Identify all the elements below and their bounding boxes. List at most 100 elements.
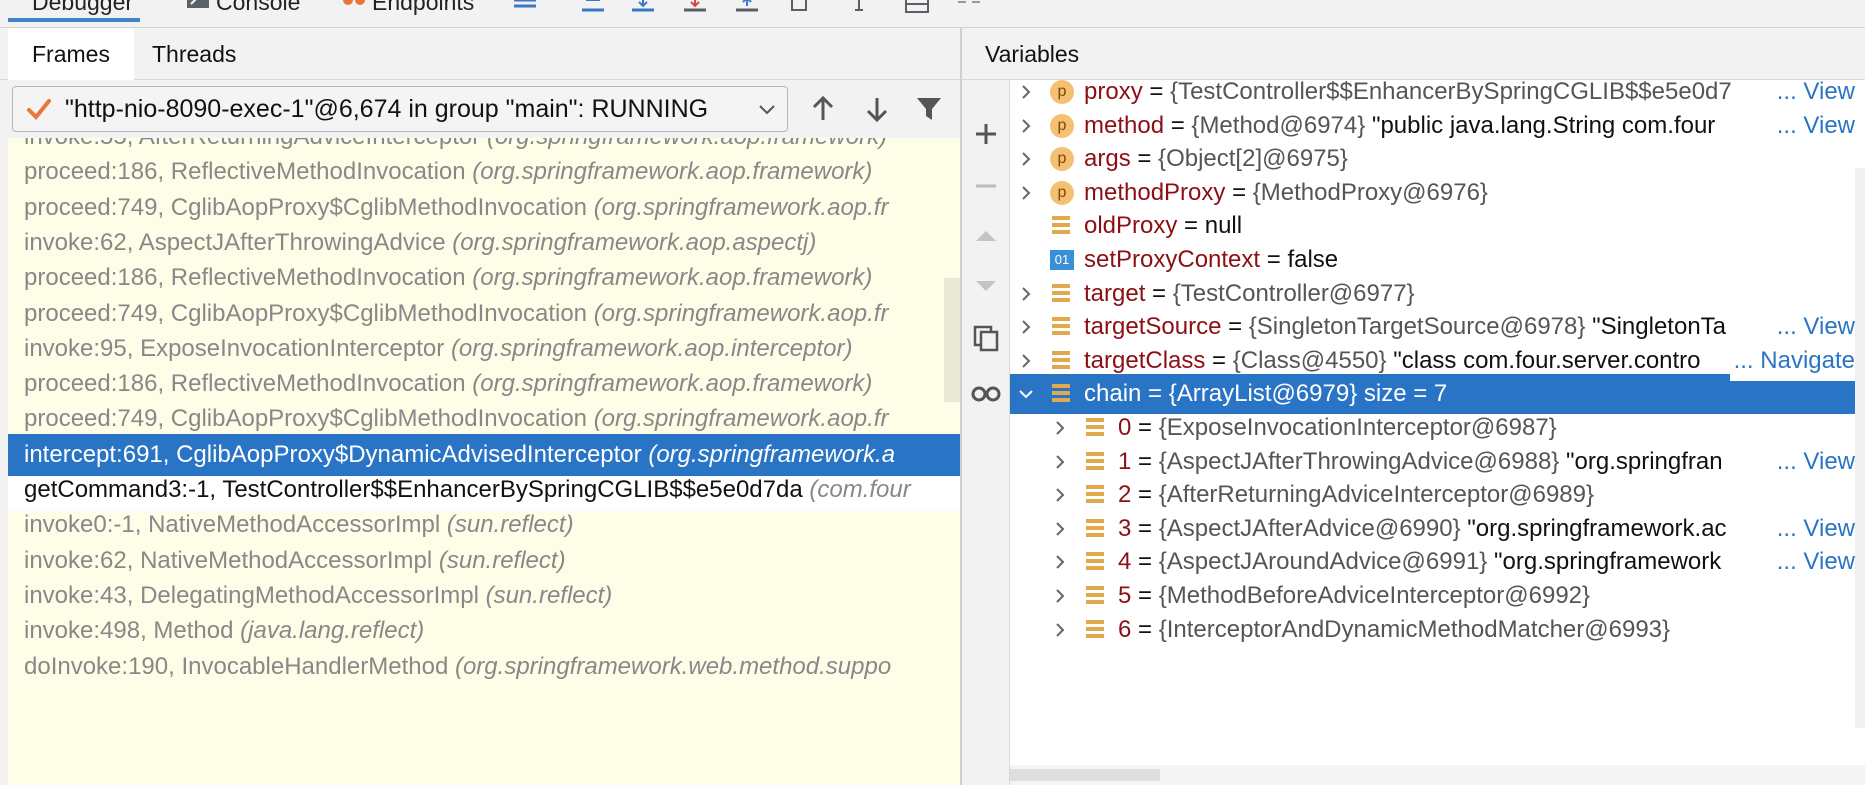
evaluate-expression-icon[interactable] [904, 0, 930, 14]
force-step-into-icon[interactable] [734, 0, 760, 14]
variable-name: 5 [1118, 582, 1132, 609]
chevron-right-icon[interactable] [1018, 286, 1034, 302]
frames-list: doInvoke:190, InvocableHandlerMethod (or… [8, 138, 960, 785]
chevron-right-icon[interactable] [1052, 588, 1068, 604]
variable-ref: {AspectJAfterAdvice@6990} [1158, 514, 1461, 542]
field-icon [1084, 450, 1108, 474]
variable-value: null [1204, 212, 1243, 240]
step-into-icon[interactable] [682, 0, 708, 14]
remove-icon[interactable] [970, 170, 1002, 202]
field-icon [1050, 382, 1074, 406]
chevron-right-icon[interactable] [1018, 118, 1034, 134]
thread-selector[interactable]: "http-nio-8090-exec-1"@6,674 in group "m… [12, 86, 788, 132]
watches-icon[interactable] [970, 376, 1002, 408]
frame-method: proceed:186, ReflectiveMethodInvocation [24, 370, 466, 398]
variable-name: 6 [1118, 615, 1132, 643]
view-link[interactable]: ... View [1772, 80, 1855, 112]
filter-icon[interactable] [914, 94, 944, 124]
field-icon [1084, 416, 1108, 440]
run-to-cursor-icon[interactable] [846, 0, 872, 14]
trace-icon[interactable] [956, 0, 982, 14]
parameter-icon: p [1050, 180, 1074, 205]
variable-value: false [1287, 246, 1339, 273]
chevron-right-icon[interactable] [1052, 622, 1068, 638]
field-icon [1084, 584, 1108, 608]
variables-header: Variables [962, 28, 1865, 80]
arrow-down-icon[interactable] [862, 94, 892, 124]
chevron-down-icon[interactable] [1018, 386, 1034, 402]
chevron-right-icon[interactable] [1018, 151, 1034, 167]
variable-name: args [1084, 145, 1131, 173]
variables-tree: 6 = {InterceptorAndDynamicMethodMatcher@… [1010, 80, 1865, 785]
field-icon [1050, 349, 1074, 373]
variable-name: setProxyContext [1084, 246, 1261, 273]
tab-endpoints[interactable]: Endpoints [342, 0, 474, 22]
frame-package: (org.springframework.aop.fr [593, 299, 889, 327]
chevron-right-icon[interactable] [1052, 554, 1068, 570]
frame-method: doInvoke:190, InvocableHandlerMethod [24, 652, 449, 680]
variable-name: proxy [1084, 80, 1143, 105]
frame-method: intercept:691, CglibAopProxy$DynamicAdvi… [24, 440, 642, 468]
chevron-right-icon[interactable] [1052, 454, 1068, 470]
chevron-right-icon[interactable] [1052, 420, 1068, 436]
add-icon[interactable] [970, 118, 1002, 150]
frame-method: proceed:749, CglibAopProxy$CglibMethodIn… [24, 299, 588, 327]
chevron-right-icon[interactable] [1052, 487, 1068, 503]
copy-icon[interactable] [970, 322, 1002, 354]
variable-name: 2 [1118, 481, 1132, 509]
chevron-right-icon[interactable] [1052, 521, 1068, 537]
variable-name: method [1084, 111, 1165, 139]
threads-list-icon[interactable] [512, 0, 538, 14]
variable-ref: {ArrayList@6979} [1168, 380, 1358, 408]
variables-hscroll-thumb[interactable] [1010, 769, 1160, 781]
variable-value: "public java.lang.String com.four [1371, 111, 1716, 139]
parameter-icon: p [1050, 147, 1074, 172]
variable-ref: {AfterReturningAdviceInterceptor@6989} [1158, 481, 1595, 509]
frame-row[interactable]: invoke:55, AfterReturningAdviceIntercept… [8, 138, 960, 158]
field-icon [1084, 517, 1108, 541]
console-icon [187, 0, 209, 8]
step-over-icon[interactable] [630, 0, 656, 14]
endpoints-icon [343, 0, 365, 5]
frame-package: (org.springframework.aop.fr [593, 193, 889, 221]
field-icon [1084, 618, 1108, 642]
variable-content: proxy = {TestController$$EnhancerBySprin… [1084, 80, 1732, 105]
variables-vscroll[interactable] [1855, 168, 1865, 728]
variable-value: "org.springframework [1493, 548, 1722, 576]
variable-ref: {TestController@6977} [1172, 279, 1415, 307]
tab-endpoints-label: Endpoints [372, 0, 475, 15]
chevron-right-icon[interactable] [1018, 353, 1034, 369]
arrow-up-icon[interactable] [808, 94, 838, 124]
variable-ref: {AspectJAroundAdvice@6991} [1158, 548, 1488, 576]
frame-package: (sun.reflect) [446, 511, 574, 539]
variable-ref: {ExposeInvocationInterceptor@6987} [1158, 414, 1557, 441]
chevron-right-icon[interactable] [1018, 319, 1034, 335]
step-out-icon[interactable] [786, 0, 812, 14]
chevron-right-icon[interactable] [1018, 185, 1034, 201]
variables-title: Variables [985, 41, 1080, 67]
move-down-icon[interactable] [970, 270, 1002, 302]
frames-scrollbar[interactable] [944, 278, 960, 402]
move-up-icon[interactable] [970, 220, 1002, 252]
tab-debugger[interactable]: Debugger [8, 0, 140, 22]
tab-console[interactable]: Console [186, 0, 300, 22]
parameter-icon: p [1050, 80, 1074, 104]
variable-row[interactable]: p proxy = {TestController$$EnhancerBySpri… [1010, 80, 1865, 112]
variables-hscroll[interactable] [1010, 765, 1865, 785]
tab-frames[interactable]: Frames [8, 28, 134, 80]
variables-toolbar [962, 80, 1010, 785]
chevron-right-icon[interactable] [1018, 84, 1034, 100]
variable-name: 4 [1118, 548, 1132, 576]
show-execution-point-icon[interactable] [580, 0, 606, 14]
variable-name: targetSource [1084, 313, 1222, 341]
frame-method: invoke:95, ExposeInvocationInterceptor [24, 334, 445, 362]
variable-ref: {SingletonTargetSource@6978} [1248, 313, 1586, 341]
variable-ref: {AspectJAfterThrowingAdvice@6988} [1158, 447, 1560, 475]
frame-method: getCommand3:-1, TestController$$Enhancer… [24, 476, 803, 503]
frame-method: invoke:498, Method [24, 617, 234, 645]
frame-package: (org.springframework.aop.framework) [487, 138, 887, 150]
variables-panel: Variables 6 = {InterceptorAndDynamicMeth… [962, 28, 1865, 785]
frame-method: proceed:749, CglibAopProxy$CglibMethodIn… [24, 193, 588, 221]
tab-threads[interactable]: Threads [128, 28, 260, 80]
variable-value: size = 7 [1363, 380, 1448, 408]
